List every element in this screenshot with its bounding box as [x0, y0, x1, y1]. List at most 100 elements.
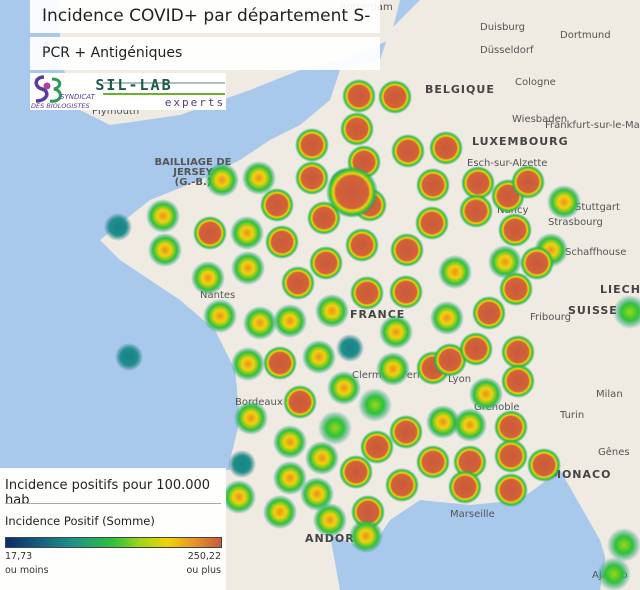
heat-point[interactable] — [230, 216, 264, 250]
heat-point[interactable] — [342, 79, 376, 113]
heat-point[interactable] — [349, 519, 383, 553]
heat-point[interactable] — [389, 415, 423, 449]
heat-point[interactable] — [302, 340, 336, 374]
country-label: LUXEMBOURG — [472, 135, 569, 148]
heat-point[interactable] — [309, 246, 343, 280]
heat-point[interactable] — [146, 199, 180, 233]
heat-point[interactable] — [438, 255, 472, 289]
heat-point[interactable] — [416, 168, 450, 202]
city-label: Dortmund — [560, 30, 611, 41]
heat-point[interactable] — [501, 364, 535, 398]
heat-point[interactable] — [295, 161, 329, 195]
heat-point[interactable] — [415, 206, 449, 240]
city-label: Duisburg — [480, 22, 525, 33]
heat-point[interactable] — [231, 347, 265, 381]
heat-point[interactable] — [448, 470, 482, 504]
heat-point[interactable] — [494, 473, 528, 507]
heat-point[interactable] — [459, 332, 493, 366]
heat-point[interactable] — [429, 131, 463, 165]
city-label: Schaffhouse — [565, 247, 626, 258]
heat-point[interactable] — [234, 401, 268, 435]
heat-point[interactable] — [416, 445, 450, 479]
heat-point[interactable] — [231, 251, 265, 285]
heat-point[interactable] — [501, 335, 535, 369]
heat-point[interactable] — [597, 557, 631, 590]
heat-point[interactable] — [494, 410, 528, 444]
heat-point[interactable] — [305, 441, 339, 475]
svg-text:SIL-LAB: SIL-LAB — [95, 76, 172, 94]
report-subtitle: PCR + Antigéniques — [30, 37, 380, 70]
city-label: Cologne — [515, 77, 556, 88]
city-label: Strasbourg — [548, 217, 603, 228]
legend-min-value: 17,73 — [5, 551, 33, 562]
legend-max-note: ou plus — [186, 565, 222, 576]
country-label: SUISSE — [568, 304, 618, 317]
svg-text:experts: experts — [165, 96, 225, 109]
heat-point[interactable] — [104, 213, 132, 241]
heat-point[interactable] — [459, 194, 493, 228]
heat-point[interactable] — [499, 272, 533, 306]
heat-point[interactable] — [318, 411, 352, 445]
legend-divider — [5, 503, 221, 504]
heat-point[interactable] — [345, 228, 379, 262]
heat-point[interactable] — [265, 225, 299, 259]
city-label: Marseille — [450, 509, 495, 520]
heat-point[interactable] — [193, 216, 227, 250]
heat-point[interactable] — [511, 165, 545, 199]
city-label: Fribourg — [530, 312, 571, 323]
heat-point[interactable] — [390, 233, 424, 267]
heat-point[interactable] — [527, 448, 561, 482]
heat-point[interactable] — [430, 301, 464, 335]
heat-point[interactable] — [273, 304, 307, 338]
heat-point[interactable] — [315, 294, 349, 328]
heat-point[interactable] — [376, 352, 410, 386]
legend-min-note: ou moins — [5, 565, 49, 576]
city-label: Wiesbaden — [512, 114, 567, 125]
heat-point[interactable] — [228, 450, 256, 478]
heat-point[interactable] — [385, 468, 419, 502]
legend-max-value: 250,22 — [187, 551, 221, 562]
heat-point-paris[interactable] — [326, 166, 378, 218]
legend-measure: Incidence Positif (Somme) — [5, 514, 155, 528]
heat-point[interactable] — [148, 233, 182, 267]
city-label: Gênes — [598, 446, 630, 458]
heat-point[interactable] — [263, 495, 297, 529]
heat-point[interactable] — [389, 275, 423, 309]
heat-point[interactable] — [205, 163, 239, 197]
heat-point[interactable] — [358, 388, 392, 422]
heat-point[interactable] — [453, 408, 487, 442]
svg-text:DES BIOLOGISTES: DES BIOLOGISTES — [31, 102, 90, 110]
heat-point[interactable] — [378, 80, 412, 114]
heat-point[interactable] — [607, 528, 640, 562]
heat-point[interactable] — [191, 261, 225, 295]
heat-point[interactable] — [263, 346, 297, 380]
heat-point[interactable] — [494, 439, 528, 473]
city-label: Düsseldorf — [480, 45, 534, 56]
heat-point[interactable] — [340, 112, 374, 146]
heat-point[interactable] — [336, 334, 364, 362]
heat-point[interactable] — [498, 213, 532, 247]
city-label: Milan — [596, 389, 623, 400]
heat-point[interactable] — [350, 276, 384, 310]
heat-point[interactable] — [472, 296, 506, 330]
heat-point[interactable] — [379, 315, 413, 349]
heat-point[interactable] — [222, 480, 256, 514]
city-label: Stuttgart — [575, 202, 620, 213]
legend: Incidence positifs pour 100.000 hab Inci… — [0, 468, 226, 590]
heat-point[interactable] — [115, 343, 143, 371]
heat-point[interactable] — [391, 134, 425, 168]
heat-point[interactable] — [203, 299, 237, 333]
heat-point[interactable] — [281, 266, 315, 300]
heat-point[interactable] — [273, 425, 307, 459]
heat-point[interactable] — [260, 188, 294, 222]
heat-point[interactable] — [547, 185, 581, 219]
heat-point[interactable] — [339, 455, 373, 489]
heat-point[interactable] — [283, 385, 317, 419]
heat-point[interactable] — [295, 128, 329, 162]
heat-point[interactable] — [243, 306, 277, 340]
heat-point[interactable] — [469, 377, 503, 411]
heat-point[interactable] — [313, 503, 347, 537]
heat-point[interactable] — [327, 371, 361, 405]
report-title: Incidence COVID+ par département S-1 — [30, 0, 380, 59]
logos: SYNDICAT DES BIOLOGISTES SIL-LAB experts — [30, 73, 226, 110]
